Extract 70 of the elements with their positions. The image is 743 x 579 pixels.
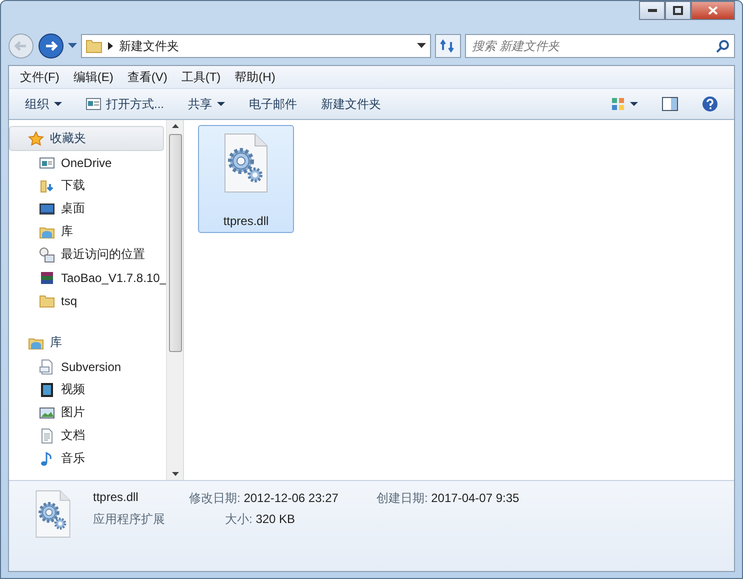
detail-file-type: 应用程序扩展: [93, 511, 165, 528]
caret-icon: [54, 102, 62, 106]
file-item[interactable]: ttpres.dll: [198, 125, 294, 233]
forward-button[interactable]: [38, 33, 64, 59]
refresh-button[interactable]: [435, 34, 461, 58]
sidebar-item[interactable]: 视频: [9, 378, 166, 401]
menu-item[interactable]: 查看(V): [120, 68, 174, 86]
menu-item[interactable]: 编辑(E): [66, 68, 120, 86]
detail-file-name: ttpres.dll: [93, 490, 140, 506]
refresh-icon: [440, 39, 456, 53]
sidebar-group[interactable]: 库: [9, 330, 164, 355]
detail-value: 2017-04-07 9:35: [431, 491, 520, 505]
caret-icon: [630, 102, 638, 106]
sidebar-item[interactable]: 库: [9, 220, 166, 243]
minimize-button[interactable]: [639, 1, 665, 20]
file-name: ttpres.dll: [223, 214, 269, 228]
monitor-icon: [39, 200, 55, 216]
detail-value: 320 KB: [256, 512, 296, 526]
breadcrumb-arrow-icon: [108, 42, 113, 50]
sidebar-group[interactable]: 收藏夹: [9, 126, 164, 151]
pane-icon: [662, 97, 678, 111]
detail-label: 大小:: [225, 512, 252, 526]
window-icon: [86, 98, 101, 110]
sidebar-item[interactable]: 音乐: [9, 447, 166, 470]
document-icon: [39, 428, 55, 444]
download-folder-icon: [39, 178, 55, 194]
caret-icon: [217, 102, 226, 106]
folder-icon: [86, 40, 102, 52]
window-icon: [39, 154, 55, 170]
scrollbar-thumb[interactable]: [168, 134, 182, 352]
sidebar-item[interactable]: 图片: [9, 401, 166, 424]
sidebar-item[interactable]: OneDrive: [9, 151, 166, 174]
sidebar-item[interactable]: 桌面: [9, 197, 166, 220]
address-path[interactable]: 新建文件夹: [119, 38, 411, 54]
sidebar-item[interactable]: 最近访问的位置: [9, 243, 166, 266]
menu-item[interactable]: 文件(F): [13, 68, 66, 86]
recent-places-icon: [39, 246, 55, 262]
toolbar-button[interactable]: 新建文件夹: [311, 92, 392, 116]
close-button[interactable]: [691, 1, 735, 20]
menu-item[interactable]: 帮助(H): [228, 68, 282, 86]
picture-icon: [39, 404, 55, 420]
gear-file-icon: [33, 489, 73, 539]
sidebar-item[interactable]: 文档: [9, 424, 166, 447]
search-icon[interactable]: [716, 40, 729, 53]
view-grid-icon: [611, 97, 625, 111]
toolbar-button[interactable]: 电子邮件: [239, 92, 308, 116]
books-icon: [39, 270, 55, 286]
detail-label: 创建日期:: [376, 491, 428, 505]
sidebar-item[interactable]: Subversion: [9, 355, 166, 378]
maximize-button[interactable]: [665, 1, 691, 20]
search-field[interactable]: 搜索 新建文件夹: [465, 34, 735, 58]
folder-icon: [39, 292, 55, 308]
dropdown-arrow-icon[interactable]: [417, 43, 426, 49]
detail-label: 修改日期:: [189, 491, 240, 505]
star-icon: [28, 130, 44, 146]
scrollbar[interactable]: [166, 120, 183, 480]
document-icon: [39, 358, 55, 374]
toolbar-button[interactable]: 打开方式...: [76, 92, 174, 116]
address-bar[interactable]: 新建文件夹: [81, 34, 431, 58]
sidebar-item[interactable]: 下载: [9, 174, 166, 197]
film-icon: [39, 382, 55, 398]
sidebar-item[interactable]: tsq: [9, 289, 166, 312]
maximize-icon: [673, 6, 683, 15]
help-icon: [702, 96, 718, 112]
close-icon: [708, 6, 718, 15]
menu-item[interactable]: 工具(T): [174, 68, 228, 86]
detail-value: 2012-12-06 23:27: [244, 491, 338, 505]
toolbar-button[interactable]: 组织: [15, 92, 72, 116]
minimize-icon: [648, 8, 656, 12]
toolbar-button[interactable]: 共享: [178, 92, 236, 116]
